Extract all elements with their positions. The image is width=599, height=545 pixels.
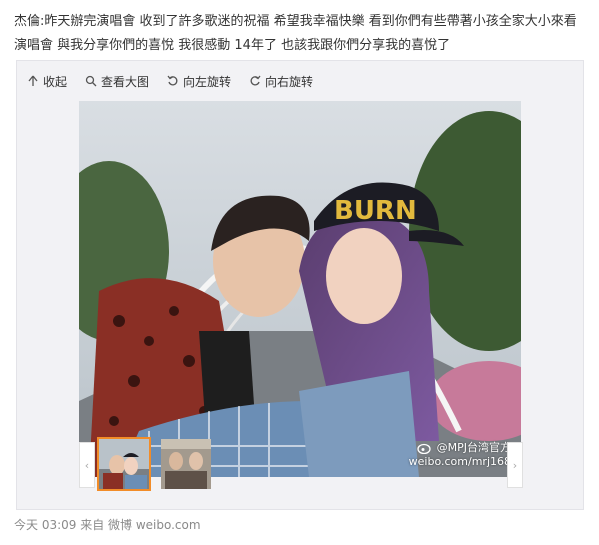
chevron-right-icon: ›	[512, 458, 518, 472]
magnifier-icon	[85, 75, 97, 87]
rotate-right-button[interactable]: 向右旋转	[249, 71, 313, 91]
thumb-next-button[interactable]: ›	[507, 442, 523, 488]
rotate-left-button[interactable]: 向左旋转	[167, 71, 231, 91]
media-card: 收起 查看大图 向左旋转 向右旋转 BURN @MPJ台湾官方 weibo.co…	[16, 60, 584, 510]
thumbnail-1-image	[99, 439, 149, 489]
thumbnail-strip	[97, 437, 213, 497]
watermark: @MPJ台湾官方 weibo.com/mrj168	[409, 441, 511, 469]
thumbnail-2[interactable]	[159, 437, 213, 491]
chevron-left-icon: ‹	[84, 458, 90, 472]
main-photo[interactable]: BURN @MPJ台湾官方 weibo.com/mrj168	[79, 101, 521, 477]
rotate-right-icon	[250, 75, 261, 86]
rotate-left-label: 向左旋转	[183, 74, 232, 89]
image-toolbar: 收起 查看大图 向左旋转 向右旋转	[27, 71, 313, 91]
rotate-right-label: 向右旋转	[265, 74, 314, 89]
view-large-button[interactable]: 查看大图	[85, 71, 149, 91]
thumbnail-2-image	[161, 439, 211, 489]
selfie-couple-image: BURN	[79, 101, 521, 477]
thumb-prev-button[interactable]: ‹	[79, 442, 95, 488]
watermark-handle: @MPJ台湾官方	[436, 441, 511, 454]
rotate-left-icon	[167, 75, 178, 86]
weibo-logo-icon	[416, 443, 431, 454]
post-text: 杰倫:昨天辦完演唱會 收到了許多歌迷的祝福 希望我幸福快樂 看到你們有些帶著小孩…	[14, 14, 577, 53]
post-meta: 今天 03:09 来自 微博 weibo.com	[14, 518, 201, 532]
collapse-label: 收起	[43, 74, 68, 89]
view-large-label: 查看大图	[101, 74, 150, 89]
watermark-url: weibo.com/mrj168	[408, 455, 511, 468]
collapse-button[interactable]: 收起	[27, 71, 67, 91]
collapse-arrow-icon	[28, 75, 38, 86]
thumbnail-1[interactable]	[97, 437, 151, 491]
cap-lettering: BURN	[334, 196, 417, 226]
